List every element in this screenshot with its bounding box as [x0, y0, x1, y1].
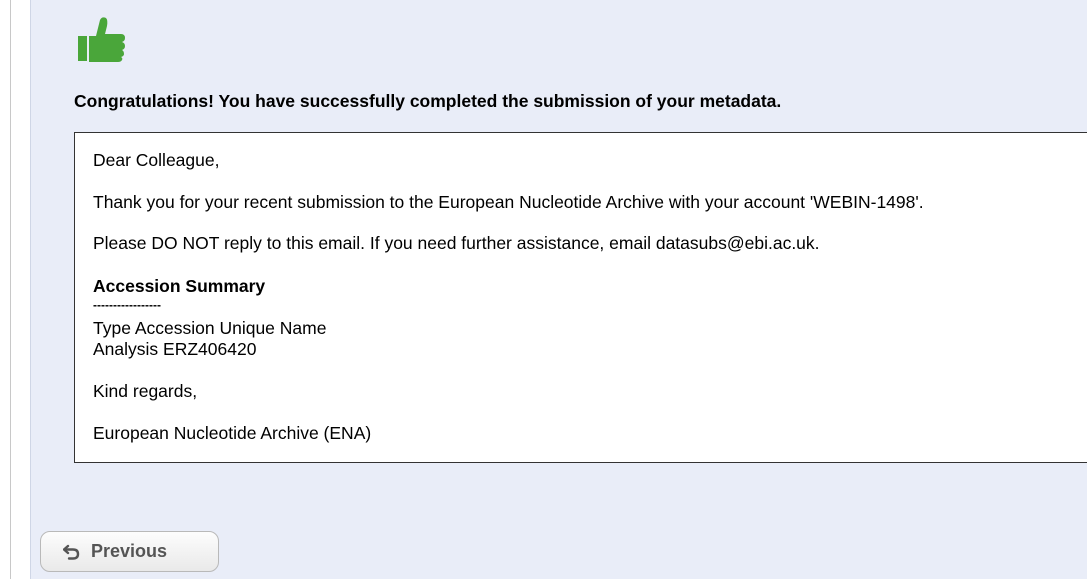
accession-summary-title: Accession Summary: [93, 276, 266, 296]
previous-button-label: Previous: [91, 541, 168, 561]
email-signature: European Nucleotide Archive (ENA): [93, 423, 372, 443]
email-notice: Please DO NOT reply to this email. If yo…: [93, 233, 820, 253]
submission-page: Congratulations! You have successfully c…: [0, 0, 1087, 579]
email-greeting: Dear Colleague,: [93, 150, 220, 170]
accession-summary-divider: -----------------: [93, 298, 161, 312]
success-message: Congratulations! You have successfully c…: [74, 91, 782, 111]
email-preview-box: Dear Colleague, Thank you for your recen…: [74, 132, 1087, 463]
accession-summary-row: Analysis ERZ406420: [93, 339, 257, 359]
email-closing: Kind regards,: [93, 381, 198, 401]
left-border: [0, 0, 11, 579]
undo-arrow-icon: [63, 544, 80, 560]
email-thanks: Thank you for your recent submission to …: [93, 192, 924, 212]
previous-button[interactable]: Previous: [40, 531, 219, 572]
thumbs-up-icon: [78, 17, 125, 62]
accession-summary-header: Type Accession Unique Name: [93, 318, 327, 338]
